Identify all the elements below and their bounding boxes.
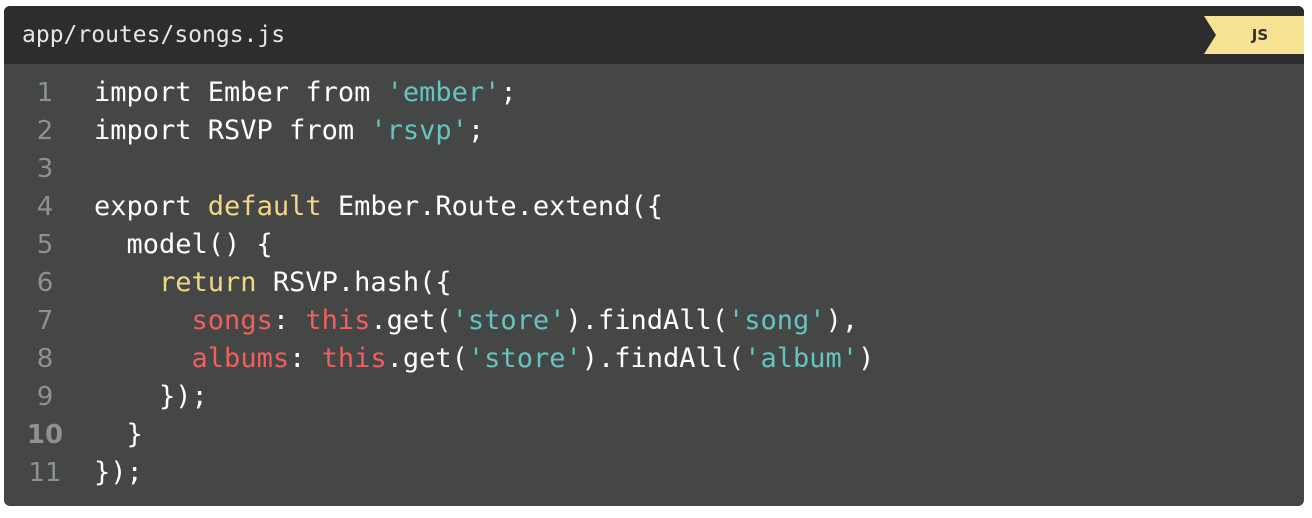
code-text: albums: this.get('store').findAll('album… [94, 340, 875, 378]
code-token-plain: : [272, 305, 306, 336]
language-badge: JS [1204, 16, 1304, 54]
code-token-plain: : [289, 343, 322, 374]
code-token-plain: ; [500, 77, 517, 108]
code-text: import RSVP from 'rsvp'; [94, 112, 484, 150]
code-token-plain: export [94, 191, 208, 222]
file-name: app/routes/songs.js [22, 22, 286, 48]
code-token-plain: .get( [386, 343, 468, 374]
code-line: 3 [4, 150, 1304, 188]
line-number: 3 [36, 154, 54, 184]
code-token-kw: return [159, 267, 257, 298]
code-text: }); [94, 378, 208, 416]
code-token-str: 'song' [728, 305, 826, 336]
code-text: import Ember from 'ember'; [94, 74, 517, 112]
code-token-plain: model() { [94, 229, 273, 260]
code-line: 9 }); [4, 378, 1304, 416]
code-token-plain: ; [467, 115, 485, 146]
code-token-plain: }); [94, 381, 208, 412]
code-header: app/routes/songs.js JS [4, 6, 1304, 64]
code-token-plain: Ember.Route.extend({ [321, 191, 663, 222]
code-line: 10 } [4, 416, 1304, 454]
code-text: return RSVP.hash({ [94, 264, 452, 302]
code-token-plain: import Ember from [94, 77, 387, 108]
code-token-str: 'album' [744, 343, 859, 374]
code-text: }); [94, 454, 143, 492]
code-token-key: albums [191, 343, 290, 374]
line-number: 5 [36, 230, 54, 260]
code-line: 2 import RSVP from 'rsvp'; [4, 112, 1304, 150]
code-text: export default Ember.Route.extend({ [94, 188, 663, 226]
code-token-this: this [305, 305, 371, 336]
code-token-plain: }); [94, 457, 143, 488]
code-token-key: songs [191, 305, 273, 336]
code-token-plain: ) [858, 343, 875, 374]
code-token-str: 'rsvp' [370, 115, 468, 146]
code-text: songs: this.get('store').findAll('song')… [94, 302, 859, 340]
code-token-plain: } [94, 419, 143, 450]
code-line: 8 albums: this.get('store').findAll('alb… [4, 340, 1304, 378]
code-line: 6 return RSVP.hash({ [4, 264, 1304, 302]
line-number: 10 [26, 420, 64, 450]
line-number: 6 [36, 268, 54, 298]
code-line: 11}); [4, 454, 1304, 492]
code-text: model() { [94, 226, 273, 264]
language-label: JS [1251, 26, 1269, 44]
code-token-this: this [321, 343, 387, 374]
code-token-kw: default [207, 191, 322, 222]
line-number: 11 [28, 458, 62, 488]
code-line: 7 songs: this.get('store').findAll('song… [4, 302, 1304, 340]
code-line: 5 model() { [4, 226, 1304, 264]
code-content[interactable]: 1 import Ember from 'ember'; 2 import RSVP … [4, 74, 1304, 492]
code-token-str: 'ember' [386, 77, 501, 108]
code-text: } [94, 416, 143, 454]
code-token-plain: ), [825, 305, 859, 336]
code-token-plain: RSVP.hash({ [256, 267, 452, 298]
line-number: 8 [36, 344, 54, 374]
code-line: 1 import Ember from 'ember'; [4, 74, 1304, 112]
line-number: 1 [36, 78, 54, 108]
code-token-str: 'store' [451, 305, 566, 336]
line-number: 4 [36, 192, 54, 222]
line-number: 9 [36, 382, 54, 412]
line-number: 2 [36, 116, 54, 146]
code-block: app/routes/songs.js JS 1 import Ember fro… [4, 6, 1304, 506]
code-token-plain: import RSVP from [94, 115, 371, 146]
code-line: 4 export default Ember.Route.extend({ [4, 188, 1304, 226]
code-token-plain: .get( [370, 305, 452, 336]
code-token-plain: ).findAll( [565, 305, 729, 336]
line-number: 7 [36, 306, 54, 336]
code-token-str: 'store' [467, 343, 582, 374]
code-token-plain: ).findAll( [581, 343, 745, 374]
